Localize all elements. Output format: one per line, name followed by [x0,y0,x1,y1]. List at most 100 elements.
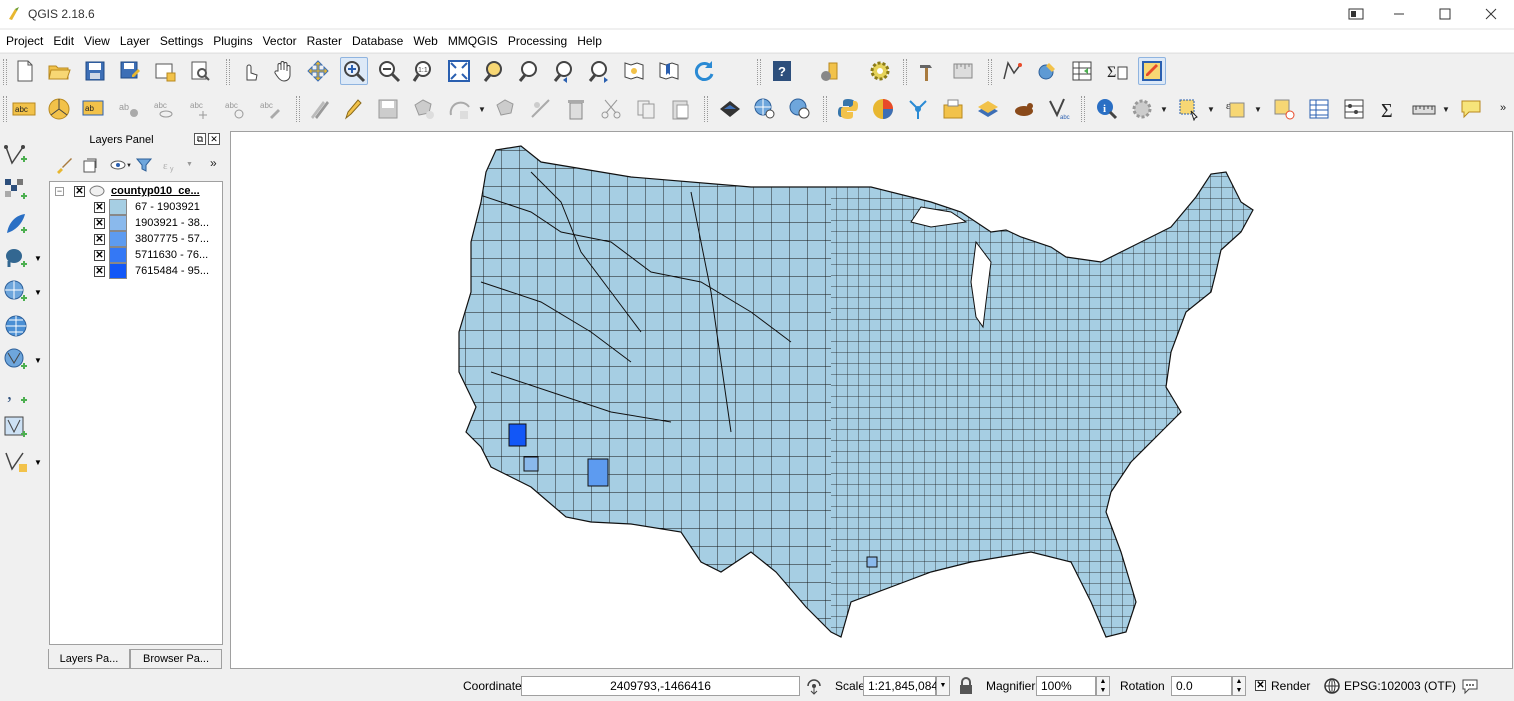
python-console-button[interactable] [834,95,862,123]
paste-features-button[interactable] [667,95,695,123]
zoom-to-layer-button[interactable] [515,57,543,85]
close-button[interactable] [1468,0,1514,28]
magnifier-field[interactable]: 100% [1036,676,1096,696]
float-panel-button[interactable]: ⧉ [194,133,206,145]
chevron-down-icon[interactable]: ▼ [34,458,42,467]
change-label-button[interactable]: abc [256,95,284,123]
new-shapefile-button[interactable] [2,448,30,476]
statistics-button[interactable] [869,95,897,123]
mmqgis-tool-button[interactable] [1010,95,1038,123]
tab-browser-panel[interactable]: Browser Pa... [130,649,222,669]
rotation-field[interactable]: 0.0 [1171,676,1232,696]
layers-style-button[interactable] [974,95,1002,123]
chevron-down-icon[interactable]: ▼ [478,105,486,114]
toolbar-grip[interactable] [3,59,7,85]
save-project-button[interactable] [81,57,109,85]
geometry-tool-button[interactable] [998,57,1026,85]
rotate-label-button[interactable]: abc [221,95,249,123]
menu-settings[interactable]: Settings [158,30,211,52]
processing-toolbox-button[interactable] [866,57,894,85]
plugin-manager-button[interactable] [816,57,844,85]
help-contents-button[interactable]: ? [768,57,796,85]
new-project-button[interactable] [11,57,39,85]
delete-selected-button[interactable] [562,95,590,123]
toggle-extents-icon[interactable] [805,677,823,695]
crs-globe-icon[interactable] [1323,677,1341,695]
menu-processing[interactable]: Processing [506,30,575,52]
maximize-button[interactable] [1422,0,1468,28]
minimize-button[interactable] [1376,0,1422,28]
measure-tool-button[interactable] [949,57,977,85]
map-tips-button[interactable] [1457,95,1485,123]
add-wms-button[interactable] [2,278,30,306]
show-hide-labels-button[interactable]: abc [150,95,178,123]
legend-class-row[interactable]: ✕ 1903921 - 38... [50,215,209,231]
select-features-button[interactable] [1175,95,1203,123]
menu-mmqgis[interactable]: MMQGIS [446,30,506,52]
menu-project[interactable]: Project [4,30,51,52]
chevron-down-icon[interactable]: ▼ [1442,105,1450,114]
add-raster-button[interactable] [2,176,30,204]
new-bookmark-button[interactable] [655,57,683,85]
chevron-down-icon[interactable]: ▼ [1207,105,1215,114]
chevron-down-icon[interactable]: ▼ [34,254,42,263]
menu-help[interactable]: Help [575,30,610,52]
toolbar-grip[interactable] [988,59,992,85]
menu-raster[interactable]: Raster [305,30,350,52]
field-calculator-button-2[interactable] [1340,95,1368,123]
filter-by-expression-button[interactable]: εy [160,155,180,175]
field-calculator-button[interactable]: Σ [1103,57,1131,85]
new-map-view-button[interactable] [620,57,648,85]
class-visibility-checkbox[interactable]: ✕ [94,249,105,261]
add-spatialite-button[interactable] [2,210,30,238]
add-delimited-text-button[interactable]: , [2,380,30,408]
menu-edit[interactable]: Edit [51,30,82,52]
add-group-button[interactable] [80,155,100,175]
pan-map-button[interactable] [270,57,298,85]
search-web-layer-button[interactable] [786,95,814,123]
crs-status[interactable]: EPSG:102003 (OTF) [1344,679,1456,693]
open-project-button[interactable] [45,57,73,85]
chevron-down-icon[interactable]: ▼ [1254,105,1262,114]
menu-database[interactable]: Database [350,30,411,52]
digitizing-tool-button[interactable] [914,57,942,85]
toolbar-grip[interactable] [3,96,7,122]
add-vector-button[interactable] [2,142,30,170]
identify-features-button[interactable]: i [1093,95,1121,123]
save-as-button[interactable] [116,57,144,85]
tablet-mode-icon[interactable] [1336,0,1376,28]
add-virtual-layer-button[interactable] [2,414,30,442]
scale-dropdown-icon[interactable]: ▼ [936,676,950,696]
zoom-last-button[interactable] [550,57,578,85]
us-counties-map[interactable] [231,132,1513,669]
run-action-button[interactable] [1128,95,1156,123]
close-panel-button[interactable]: ✕ [208,133,220,145]
manage-visibility-button[interactable] [108,155,128,175]
current-edits-button[interactable] [305,95,333,123]
add-feature-button[interactable] [410,95,438,123]
pan-to-selection-button[interactable] [304,57,332,85]
chevron-down-icon[interactable]: ▼ [34,288,42,297]
magnifier-spinner[interactable]: ▲ ▼ [1096,676,1110,696]
tab-layers-panel[interactable]: Layers Pa... [48,649,130,669]
class-visibility-checkbox[interactable]: ✕ [94,201,105,213]
toolbar-grip[interactable] [1081,96,1085,122]
cut-features-button[interactable] [597,95,625,123]
zoom-full-button[interactable] [445,57,473,85]
highlight-pinned-labels-button[interactable]: ab [80,95,108,123]
measure-line-button[interactable] [1410,95,1438,123]
zoom-to-selection-button[interactable] [480,57,508,85]
render-checkbox[interactable]: ✕ [1255,680,1266,691]
add-circular-string-button[interactable] [446,95,474,123]
coordinate-field[interactable]: 2409793,-1466416 [521,676,800,696]
attribute-table-button[interactable] [1305,95,1333,123]
add-wms-layer-button[interactable] [751,95,779,123]
toolbar-grip[interactable] [704,96,708,122]
class-visibility-checkbox[interactable]: ✕ [94,217,105,229]
menu-view[interactable]: View [82,30,118,52]
legend-class-row[interactable]: ✕ 5711630 - 76... [50,247,208,263]
zoom-out-button[interactable] [375,57,403,85]
zoom-native-button[interactable]: 1:1 [410,57,438,85]
statistical-summary-button[interactable]: Σ [1375,95,1403,123]
legend-class-row[interactable]: ✕ 67 - 1903921 [50,199,200,215]
